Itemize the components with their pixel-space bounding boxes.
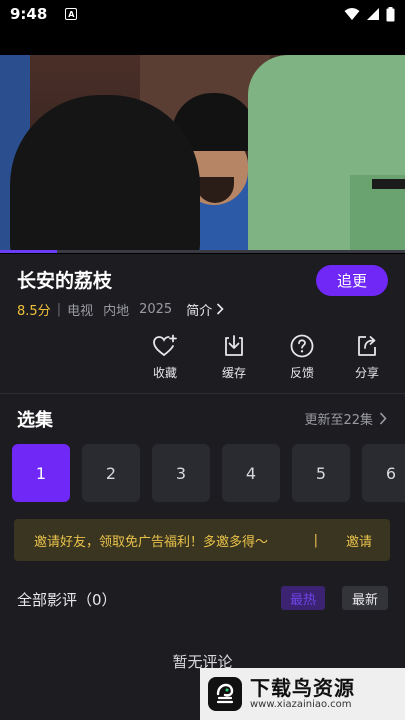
intro-link[interactable]: 简介: [186, 300, 224, 319]
banner-divider: |: [313, 532, 318, 548]
watermark-name: 下载鸟资源: [250, 676, 355, 700]
wifi-icon: [344, 8, 360, 20]
share-icon: [358, 336, 376, 356]
heart-plus-icon: [153, 334, 177, 356]
action-bar: 收藏 缓存 反馈 分享: [0, 334, 405, 384]
intro-label: 简介: [186, 303, 213, 319]
download-button[interactable]: 缓存: [212, 334, 256, 381]
watermark-text: 下载鸟资源 www.xiazainiao.com: [250, 677, 355, 711]
follow-button[interactable]: 追更: [316, 265, 388, 296]
section-divider: [0, 393, 405, 394]
invite-banner[interactable]: 邀请好友，领取免广告福利！多邀多得〜 | 邀请: [14, 519, 390, 561]
episode-button[interactable]: 3: [152, 444, 210, 502]
share-label: 分享: [354, 366, 379, 380]
episode-button[interactable]: 2: [82, 444, 140, 502]
episode-button[interactable]: 6: [362, 444, 405, 502]
chevron-right-icon: [379, 412, 387, 425]
video-progress-fill: [0, 250, 57, 253]
battery-icon: [386, 6, 395, 21]
status-icons: [344, 6, 395, 22]
meta-separator: |: [56, 301, 62, 317]
download-label: 缓存: [221, 366, 246, 380]
show-type: 电视: [67, 303, 94, 319]
share-button[interactable]: 分享: [345, 334, 389, 381]
chevron-right-icon: [217, 303, 224, 315]
show-score: 8.5分: [17, 303, 51, 319]
favorite-label: 收藏: [152, 366, 177, 380]
status-bar: 9:48 A: [0, 0, 405, 28]
episode-button[interactable]: 1: [12, 444, 70, 502]
invite-link[interactable]: 邀请: [346, 531, 372, 550]
banner-text: 邀请好友，领取免广告福利！多邀多得〜: [34, 534, 269, 550]
video-frame[interactable]: [0, 55, 405, 253]
watermark: 下载鸟资源 www.xiazainiao.com: [200, 668, 405, 720]
video-player[interactable]: [0, 28, 405, 254]
feedback-button[interactable]: 反馈: [280, 334, 324, 381]
watermark-logo-icon: [208, 677, 242, 711]
episode-list: 1 2 3 4 5 6: [12, 444, 405, 502]
show-year: 2025: [139, 301, 173, 317]
episodes-more-link[interactable]: 更新至22集: [304, 409, 387, 428]
signal-icon: [367, 8, 379, 20]
help-icon: [290, 334, 314, 358]
show-meta: 8.5分 | 电视 内地 2025 简介: [17, 300, 224, 319]
status-time: 9:48: [10, 5, 48, 23]
notification-icon: A: [65, 8, 78, 20]
show-title: 长安的荔枝: [17, 270, 113, 292]
episode-button[interactable]: 4: [222, 444, 280, 502]
sort-hot-tab[interactable]: 最热: [281, 586, 325, 610]
download-icon: [225, 335, 243, 356]
feedback-label: 反馈: [289, 366, 314, 380]
episodes-title: 选集: [17, 410, 53, 431]
episodes-update-text: 更新至22集: [304, 413, 373, 428]
video-progress-track[interactable]: [0, 250, 405, 253]
show-region: 内地: [103, 303, 130, 319]
reviews-title: 全部影评（0）: [17, 591, 117, 609]
sort-new-tab[interactable]: 最新: [342, 586, 388, 610]
episode-button[interactable]: 5: [292, 444, 350, 502]
watermark-url: www.xiazainiao.com: [250, 699, 352, 710]
favorite-button[interactable]: 收藏: [143, 334, 187, 381]
